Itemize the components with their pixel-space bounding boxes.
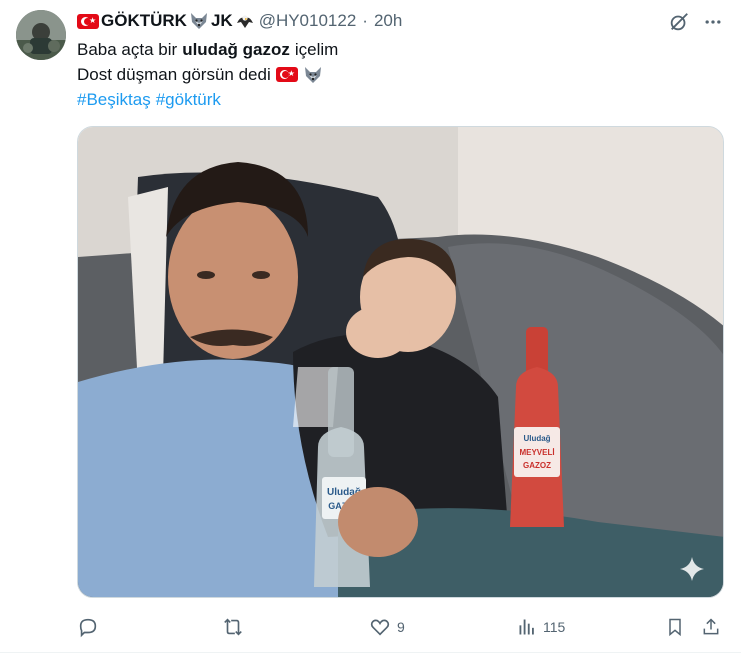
like-icon (370, 619, 390, 636)
display-name[interactable]: ★ GÖKTÜRK JK (77, 11, 255, 31)
grok-button[interactable] (666, 9, 692, 35)
tweet-text-part: Baba açta bir (77, 40, 178, 59)
wolf-emoji-icon (190, 13, 207, 29)
wolf-emoji-icon (304, 66, 321, 83)
grok-icon (670, 13, 688, 31)
tweet-header: ★ GÖKTÜRK JK @HY010122 · 20h (77, 10, 402, 32)
reply-button[interactable] (77, 612, 105, 642)
retweet-button[interactable] (221, 612, 251, 642)
tweet-text-part: Dost düşman görsün dedi (77, 65, 271, 84)
display-name-text: GÖKTÜRK (101, 11, 187, 30)
more-button[interactable] (700, 9, 726, 35)
separator-dot: · (362, 11, 368, 30)
like-count: 9 (397, 619, 405, 635)
views-icon (519, 619, 534, 635)
share-icon (703, 618, 719, 635)
turkish-flag-icon: ★ (77, 13, 99, 29)
eagle-emoji-icon (236, 15, 253, 28)
tweet-text-part: içelim (294, 40, 339, 59)
reply-icon (79, 618, 97, 638)
tweet-line-2: Dost düşman görsün dedi ★ (77, 62, 338, 87)
views-button[interactable]: 115 (517, 612, 565, 642)
tweet-text: Baba açta bir uludağ gazoz içelim Dost d… (77, 37, 338, 112)
bookmark-button[interactable] (665, 612, 685, 642)
hashtag-link[interactable]: #Beşiktaş (77, 87, 151, 112)
tweet-line-3: #Beşiktaş #göktürk (77, 87, 338, 112)
tweet-photo[interactable]: Uludağ GAZOZ Uludağ MEYVELİ GAZOZ (77, 126, 724, 598)
retweet-icon (224, 618, 242, 636)
tweet-card[interactable]: ★ GÖKTÜRK JK @HY010122 · 20h Baba açta b… (0, 0, 741, 653)
action-bar: 9 115 (77, 612, 725, 642)
like-button[interactable]: 9 (369, 612, 405, 642)
turkish-flag-icon: ★ (275, 67, 298, 82)
timestamp[interactable]: 20h (374, 11, 402, 31)
display-name-suffix: JK (210, 11, 233, 30)
avatar[interactable] (16, 10, 66, 60)
bookmark-icon (669, 618, 681, 637)
tweet-line-1: Baba açta bir uludağ gazoz içelim (77, 37, 338, 62)
views-count: 115 (543, 619, 566, 635)
share-button[interactable] (701, 612, 721, 642)
more-icon (705, 20, 721, 24)
author-handle[interactable]: @HY010122 (259, 11, 357, 31)
hashtag-link[interactable]: #göktürk (156, 87, 221, 112)
tweet-text-bold: uludağ gazoz (182, 40, 290, 59)
